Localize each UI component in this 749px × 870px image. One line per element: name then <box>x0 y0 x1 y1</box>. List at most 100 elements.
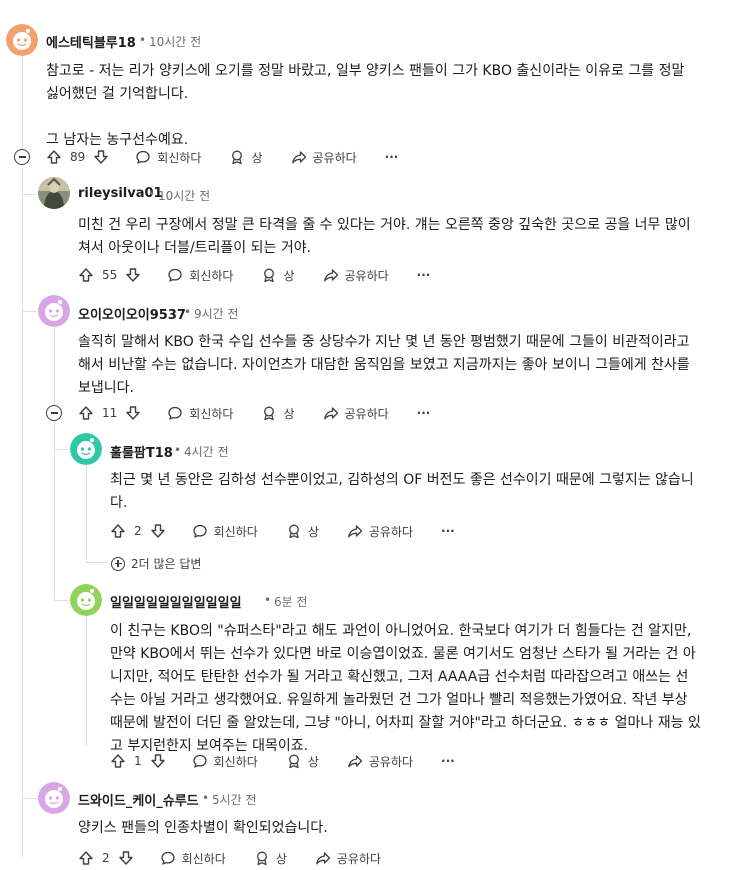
vote-count: 11 <box>102 406 118 420</box>
thread-connector-4 <box>54 600 68 601</box>
upvote-icon[interactable] <box>110 753 126 769</box>
award-button[interactable]: 상 <box>286 753 319 770</box>
award-label: 상 <box>275 851 287 866</box>
upvote-icon[interactable] <box>78 405 94 421</box>
comment-author[interactable]: 오이오이오이9537 <box>78 304 186 323</box>
comment-text-line: 참고로 - 저는 리가 양키스에 오기를 정말 바랐고, 일부 양키스 팬들이 … <box>46 63 685 79</box>
avatar[interactable] <box>6 24 38 56</box>
share-button[interactable]: 공유하다 <box>315 850 381 867</box>
vote-count: 2 <box>134 524 142 538</box>
more-options-button[interactable]: ··· <box>441 754 455 768</box>
thread-line-level3 <box>86 465 87 563</box>
downvote-icon[interactable] <box>150 753 166 769</box>
share-label: 공유하다 <box>344 406 389 421</box>
award-icon <box>288 524 299 539</box>
avatar[interactable] <box>38 177 70 209</box>
comment-body: 참고로 - 저는 리가 양키스에 오기를 정말 바랐고, 일부 양키스 팬들이 … <box>46 60 736 152</box>
downvote-icon[interactable] <box>125 267 141 283</box>
reply-button[interactable]: 회신하다 <box>192 523 258 540</box>
comment-text-line: 솔직히 말해서 KBO 한국 수입 선수들 중 상당수가 지난 몇 년 동안 평… <box>78 334 690 350</box>
award-label: 상 <box>283 406 295 421</box>
share-icon <box>291 151 306 164</box>
avatar[interactable] <box>70 433 102 465</box>
award-label: 상 <box>283 268 295 283</box>
comment-time[interactable]: 4시간 전 <box>184 443 229 460</box>
avatar[interactable] <box>38 295 70 327</box>
collapse-thread-button[interactable] <box>46 405 62 421</box>
comment-text-line: 수는 아닐 거라고 생각했어요. 유일하게 놀라웠던 건 그가 얼마나 빨리 적… <box>110 692 688 708</box>
award-label: 상 <box>307 524 319 539</box>
downvote-icon[interactable] <box>150 523 166 539</box>
comment-icon <box>160 851 175 865</box>
vote-count: 55 <box>102 268 118 282</box>
reply-button[interactable]: 회신하다 <box>167 405 233 422</box>
comment-time[interactable]: 6분 전 <box>274 593 308 610</box>
upvote-icon[interactable] <box>46 149 62 165</box>
upvote-icon[interactable] <box>110 523 126 539</box>
award-button[interactable]: 상 <box>261 267 295 284</box>
comment-author[interactable]: 훌룰팜T18 <box>110 442 173 461</box>
reply-button[interactable]: 회신하다 <box>160 850 226 867</box>
award-button[interactable]: 상 <box>261 405 295 422</box>
avatar[interactable] <box>70 584 102 616</box>
comment-author[interactable]: 에스테틱블루18 <box>46 32 136 51</box>
comment-actions: 55 회신하다 상 공유하다 ··· <box>78 263 430 287</box>
share-label: 공유하다 <box>336 851 382 866</box>
award-icon <box>232 150 243 165</box>
comment-time[interactable]: 10시간 전 <box>158 187 210 204</box>
share-button[interactable]: 공유하다 <box>323 267 389 284</box>
reply-button[interactable]: 회신하다 <box>135 149 201 166</box>
thread-line-level2b <box>54 421 55 599</box>
reply-button[interactable]: 회신하다 <box>167 267 233 284</box>
separator-dot: • <box>174 443 182 457</box>
plus-circle-icon <box>111 556 125 571</box>
award-button[interactable]: 상 <box>229 149 263 166</box>
downvote-icon[interactable] <box>125 405 141 421</box>
share-button[interactable]: 공유하다 <box>347 753 413 770</box>
downvote-icon[interactable] <box>118 850 134 866</box>
downvote-icon[interactable] <box>93 149 109 165</box>
share-label: 공유하다 <box>368 524 414 539</box>
thread-connector-1 <box>22 194 36 195</box>
thread-connector-3 <box>54 449 68 450</box>
reply-label: 회신하다 <box>157 150 202 165</box>
share-button[interactable]: 공유하다 <box>291 149 357 166</box>
more-replies-button[interactable]: 2더 많은 답변 <box>111 555 201 572</box>
thread-connector-5 <box>22 798 36 799</box>
avatar[interactable] <box>38 782 70 814</box>
award-button[interactable]: 상 <box>286 523 319 540</box>
comment-body: 최근 몇 년 동안은 김하성 선수뿐이었고, 김하성의 OF 버전도 좋은 선수… <box>110 469 745 515</box>
award-icon <box>264 406 275 421</box>
collapse-thread-button[interactable] <box>14 149 30 165</box>
share-icon <box>323 269 338 282</box>
award-icon <box>288 754 299 769</box>
upvote-icon[interactable] <box>78 267 94 283</box>
comment-author[interactable]: 일일일일일일일일일일일 <box>110 592 242 611</box>
reply-button[interactable]: 회신하다 <box>192 753 258 770</box>
more-options-button[interactable]: ··· <box>417 406 431 420</box>
comment-body: 솔직히 말해서 KBO 한국 수입 선수들 중 상당수가 지난 몇 년 동안 평… <box>78 331 743 400</box>
award-button[interactable]: 상 <box>254 850 287 867</box>
comment-text-line: 때문에 발전이 더딘 줄 알았는데, 그냥 "아니, 어차피 잘할 거야"라고 … <box>110 715 701 731</box>
comment-time[interactable]: 10시간 전 <box>149 33 201 50</box>
share-icon <box>323 407 338 420</box>
share-button[interactable]: 공유하다 <box>347 523 413 540</box>
comment-actions: 11 회신하다 상 공유하다 ··· <box>78 401 430 425</box>
more-options-button[interactable]: ··· <box>441 524 455 538</box>
share-button[interactable]: 공유하다 <box>323 405 389 422</box>
comment-text-line: 양키스 팬들의 인종차별이 확인되었습니다. <box>78 820 328 836</box>
vote-count: 2 <box>102 851 110 865</box>
more-options-button[interactable]: ··· <box>417 268 431 282</box>
comment-time[interactable]: 5시간 전 <box>212 791 257 808</box>
more-options-button[interactable]: ··· <box>385 150 399 164</box>
comment-icon <box>168 268 182 282</box>
upvote-icon[interactable] <box>78 850 94 866</box>
comment-text-line: 미친 건 우리 구장에서 정말 큰 타격을 줄 수 있다는 거야. 걔는 오른쪽… <box>78 217 691 233</box>
comment-author[interactable]: 드와이드_케이_슈루드 <box>78 790 199 809</box>
comment-text-line: 이 친구는 KBO의 "슈퍼스타"라고 해도 과언이 아니었어요. 한국보다 여… <box>110 623 692 639</box>
comment-time[interactable]: 9시간 전 <box>194 305 239 322</box>
comment-icon <box>168 406 182 420</box>
comment-text-line: 보냅니다. <box>78 380 134 396</box>
comment-actions: 2 회신하다 상 공유하다 <box>78 846 381 870</box>
award-label: 상 <box>251 150 263 165</box>
